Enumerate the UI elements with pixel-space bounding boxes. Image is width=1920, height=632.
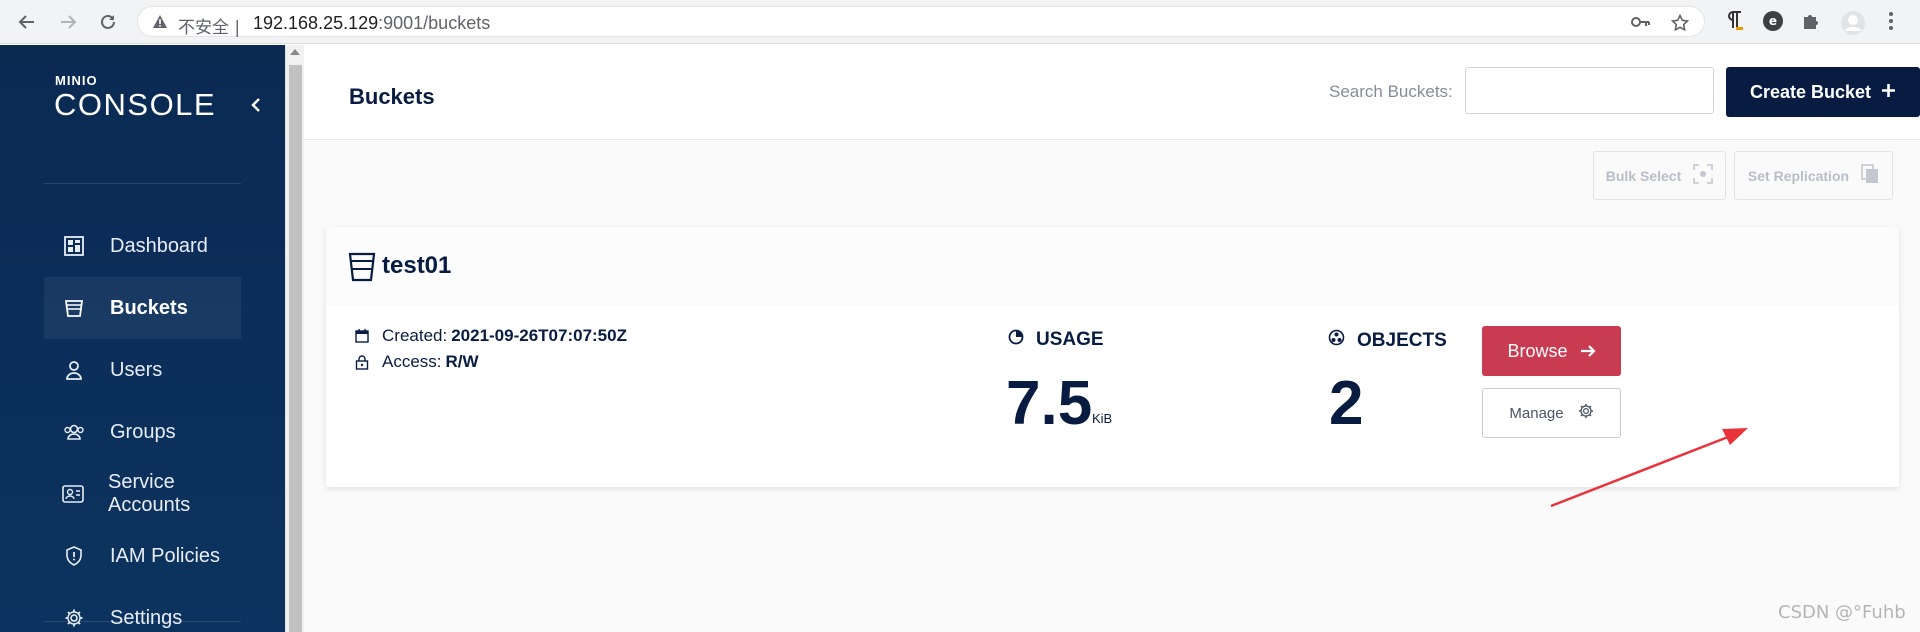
set-replication-button[interactable]: Set Replication bbox=[1734, 151, 1893, 200]
sidebar-item-label: Settings bbox=[110, 606, 183, 629]
address-bar[interactable]: 不安全 | 192.168.25.129:9001/buckets bbox=[137, 6, 1705, 38]
menu-divider bbox=[44, 183, 241, 184]
bulk-select-button[interactable]: Bulk Select bbox=[1593, 151, 1726, 200]
gear-icon bbox=[1578, 403, 1594, 423]
copy-icon bbox=[1861, 164, 1879, 187]
back-icon[interactable] bbox=[15, 10, 39, 34]
usage-value: 7.5 bbox=[1006, 369, 1093, 438]
usage-unit: KiB bbox=[1092, 411, 1113, 426]
dashboard-icon bbox=[62, 234, 86, 258]
bucket-icon bbox=[62, 296, 86, 320]
page-header: Buckets Search Buckets: Create Bucket bbox=[304, 45, 1920, 140]
browser-toolbar: 不安全 | 192.168.25.129:9001/buckets e bbox=[0, 0, 1920, 44]
sidebar-item-users[interactable]: Users bbox=[44, 339, 241, 401]
pilcrow-extension-icon[interactable] bbox=[1724, 10, 1744, 37]
menu-dots-icon[interactable] bbox=[1888, 10, 1894, 37]
sidebar-item-settings[interactable]: Settings bbox=[44, 587, 241, 632]
puzzle-icon[interactable] bbox=[1800, 10, 1822, 37]
buckets-content: Bulk Select Set Replication test01 Creat… bbox=[304, 141, 1920, 632]
pie-chart-icon bbox=[1008, 329, 1024, 351]
scroll-up-icon[interactable] bbox=[290, 49, 300, 55]
logo-minio: MINIO bbox=[55, 73, 98, 88]
sidebar-item-label: IAM Policies bbox=[110, 544, 221, 567]
objects-title: OBJECTS bbox=[1328, 329, 1447, 352]
bucket-card: test01 Created: 2021-09-26T07:07:50Z Acc… bbox=[326, 227, 1899, 487]
calendar-icon bbox=[354, 328, 370, 344]
select-frame-icon bbox=[1693, 164, 1714, 187]
scrollbar-thumb[interactable] bbox=[289, 65, 302, 632]
usage-title: USAGE bbox=[1008, 329, 1104, 351]
key-icon[interactable] bbox=[1630, 14, 1650, 35]
access-value: R/W bbox=[445, 352, 479, 371]
objects-title-label: OBJECTS bbox=[1357, 329, 1447, 351]
lock-icon bbox=[354, 354, 370, 370]
browse-label: Browse bbox=[1507, 340, 1568, 361]
sidebar-item-buckets[interactable]: Buckets bbox=[44, 277, 241, 339]
created-label: Created: bbox=[382, 326, 448, 345]
warning-icon bbox=[152, 14, 168, 34]
sidebar: MINIO CONSOLE Dashboard Buckets Users Gr… bbox=[0, 45, 285, 632]
bulk-select-label: Bulk Select bbox=[1605, 167, 1682, 184]
sidebar-item-groups[interactable]: Groups bbox=[44, 401, 241, 463]
create-bucket-label: Create Bucket bbox=[1749, 81, 1872, 102]
sidebar-item-dashboard[interactable]: Dashboard bbox=[44, 215, 241, 277]
menu-divider bbox=[44, 621, 241, 622]
sidebar-item-service-accounts[interactable]: Service Accounts bbox=[44, 463, 241, 525]
service-accounts-icon bbox=[62, 482, 84, 506]
usage-title-label: USAGE bbox=[1036, 329, 1104, 350]
objects-value: 2 bbox=[1329, 369, 1364, 438]
plus-icon bbox=[1881, 82, 1896, 103]
objects-icon bbox=[1328, 329, 1345, 352]
search-label: Search Buckets: bbox=[1329, 82, 1453, 101]
insecure-label: 不安全 | bbox=[178, 18, 241, 38]
gear-icon bbox=[62, 606, 86, 630]
reload-icon[interactable] bbox=[96, 10, 120, 34]
created-value: 2021-09-26T07:07:50Z bbox=[451, 326, 627, 345]
logo-console: CONSOLE bbox=[54, 87, 217, 122]
shield-icon bbox=[62, 544, 86, 568]
sidebar-item-iam-policies[interactable]: IAM Policies bbox=[44, 525, 241, 587]
sidebar-item-label: Users bbox=[110, 358, 163, 381]
page-title: Buckets bbox=[349, 84, 435, 109]
star-icon[interactable] bbox=[1670, 13, 1690, 37]
access-label: Access: bbox=[382, 352, 442, 371]
forward-icon[interactable] bbox=[56, 10, 80, 34]
browse-button[interactable]: Browse bbox=[1482, 326, 1621, 376]
sidebar-item-label: Groups bbox=[110, 420, 176, 443]
set-replication-label: Set Replication bbox=[1747, 167, 1850, 184]
search-buckets-input[interactable] bbox=[1465, 67, 1714, 114]
bucket-icon bbox=[348, 252, 376, 287]
manage-button[interactable]: Manage bbox=[1482, 388, 1621, 438]
manage-label: Manage bbox=[1509, 404, 1564, 422]
extension-icon[interactable]: e bbox=[1762, 10, 1784, 37]
bucket-card-header: test01 bbox=[326, 227, 1899, 305]
svg-text:e: e bbox=[1769, 14, 1777, 28]
bucket-access-row: Access: R/W bbox=[354, 352, 479, 372]
user-icon bbox=[62, 358, 86, 382]
groups-icon bbox=[62, 420, 86, 444]
create-bucket-button[interactable]: Create Bucket bbox=[1726, 67, 1920, 117]
bucket-name: test01 bbox=[382, 252, 452, 279]
sidebar-scrollbar[interactable] bbox=[285, 45, 304, 632]
arrow-right-icon bbox=[1580, 341, 1596, 362]
url-text: 192.168.25.129:9001/buckets bbox=[253, 13, 491, 33]
bucket-created-row: Created: 2021-09-26T07:07:50Z bbox=[354, 326, 627, 346]
collapse-sidebar-button[interactable] bbox=[246, 95, 266, 119]
profile-avatar-icon[interactable] bbox=[1840, 10, 1866, 41]
sidebar-item-label: Service Accounts bbox=[108, 471, 191, 516]
sidebar-item-label: Buckets bbox=[110, 296, 188, 319]
chevron-left-icon bbox=[250, 97, 262, 118]
watermark: CSDN @°Fuhb bbox=[1778, 602, 1906, 623]
sidebar-item-label: Dashboard bbox=[110, 234, 208, 257]
